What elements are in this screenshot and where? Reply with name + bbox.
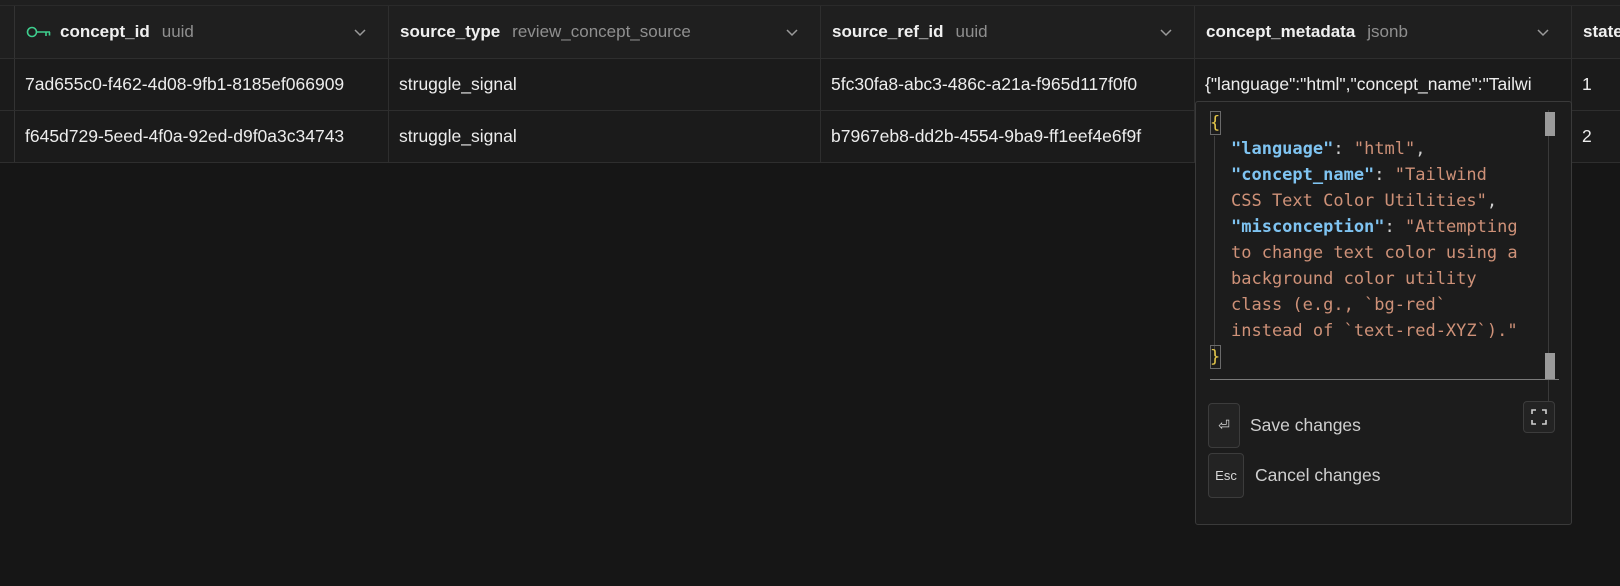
column-type: review_concept_source xyxy=(512,22,691,41)
column-header-source-type[interactable]: source_type review_concept_source xyxy=(389,6,821,58)
json-separator: : xyxy=(1384,217,1406,237)
column-name: concept_metadata xyxy=(1206,22,1356,41)
expand-button[interactable] xyxy=(1523,401,1555,433)
chevron-down-icon[interactable] xyxy=(1537,26,1549,38)
save-changes-button[interactable]: Save changes xyxy=(1250,415,1361,436)
column-header-state[interactable]: state xyxy=(1572,6,1620,58)
code-line: "misconception": "Attempting xyxy=(1231,214,1518,240)
json-code-editor[interactable]: { "language": "html", "concept_name": "T… xyxy=(1210,110,1558,395)
json-value: class (e.g., `bg-red` xyxy=(1231,295,1446,315)
column-header-concept-metadata[interactable]: concept_metadata jsonb xyxy=(1195,6,1572,58)
column-type: jsonb xyxy=(1367,22,1408,41)
row-gutter-header xyxy=(0,6,15,58)
column-type: uuid xyxy=(955,22,988,41)
column-name: concept_id xyxy=(60,22,150,41)
json-editor-popover: { "language": "html", "concept_name": "T… xyxy=(1195,101,1572,525)
chevron-down-icon[interactable] xyxy=(354,26,366,38)
json-value: background color utility xyxy=(1231,269,1477,289)
cell-source-type[interactable]: struggle_signal xyxy=(389,111,821,162)
row-gutter[interactable] xyxy=(0,59,15,110)
json-value: "Attempting xyxy=(1405,217,1518,237)
vertical-scrollbar-thumb[interactable] xyxy=(1545,112,1555,136)
column-header-source-ref-id[interactable]: source_ref_id uuid xyxy=(821,6,1195,58)
json-key: "concept_name" xyxy=(1231,165,1375,185)
code-line: CSS Text Color Utilities", xyxy=(1231,188,1497,214)
key-icon xyxy=(26,26,51,38)
cell-concept-id[interactable]: f645d729-5eed-4f0a-92ed-d9f0a3c34743 xyxy=(15,111,389,162)
json-value: "Tailwind xyxy=(1394,165,1487,185)
cell-source-ref-id[interactable]: b7967eb8-dd2b-4554-9ba9-ff1eef4e6f9f xyxy=(821,111,1195,162)
cell-state[interactable]: 2 xyxy=(1572,111,1620,162)
cell-source-type[interactable]: struggle_signal xyxy=(389,59,821,110)
chevron-down-icon[interactable] xyxy=(1160,26,1172,38)
json-value: CSS Text Color Utilities" xyxy=(1231,191,1487,211)
json-value: to change text color using a xyxy=(1231,243,1518,263)
column-name: source_ref_id xyxy=(832,22,944,41)
code-line: "concept_name": "Tailwind xyxy=(1231,162,1487,188)
json-key: "misconception" xyxy=(1231,217,1385,237)
code-close-brace: } xyxy=(1210,347,1221,367)
cell-state[interactable]: 1 xyxy=(1572,59,1620,110)
column-name: source_type xyxy=(400,22,501,41)
column-name: state xyxy=(1583,22,1620,41)
json-separator: : xyxy=(1333,139,1354,159)
code-line: to change text color using a xyxy=(1231,240,1518,266)
esc-key-hint: Esc xyxy=(1208,453,1244,498)
row-gutter[interactable] xyxy=(0,111,15,162)
json-key: "language" xyxy=(1231,139,1334,159)
scrollbar-corner-thumb[interactable] xyxy=(1545,353,1555,380)
indent-guide xyxy=(1214,136,1215,356)
json-value: "html" xyxy=(1353,139,1416,159)
enter-key-hint: ⏎ xyxy=(1208,403,1240,448)
cell-concept-id[interactable]: 7ad655c0-f462-4d08-9fb1-8185ef066909 xyxy=(15,59,389,110)
code-line: background color utility xyxy=(1231,266,1477,292)
code-open-brace: { xyxy=(1210,113,1221,133)
json-value: instead of `text-red-XYZ`)." xyxy=(1231,321,1518,341)
json-comma: , xyxy=(1486,191,1498,211)
cancel-changes-button[interactable]: Cancel changes xyxy=(1255,465,1381,486)
expand-icon xyxy=(1531,409,1547,425)
code-line: class (e.g., `bg-red` xyxy=(1231,292,1446,318)
header-row: concept_id uuid source_type review_conce… xyxy=(0,6,1620,59)
json-separator: : xyxy=(1374,165,1395,185)
column-header-concept-id[interactable]: concept_id uuid xyxy=(15,6,389,58)
json-comma: , xyxy=(1415,139,1426,159)
column-type: uuid xyxy=(161,22,194,41)
chevron-down-icon[interactable] xyxy=(786,26,798,38)
horizontal-scrollbar-track[interactable] xyxy=(1210,379,1559,380)
code-line: instead of `text-red-XYZ`)." xyxy=(1231,318,1518,344)
code-line: "language": "html", xyxy=(1231,136,1426,162)
cell-source-ref-id[interactable]: 5fc30fa8-abc3-486c-a21a-f965d117f0f0 xyxy=(821,59,1195,110)
